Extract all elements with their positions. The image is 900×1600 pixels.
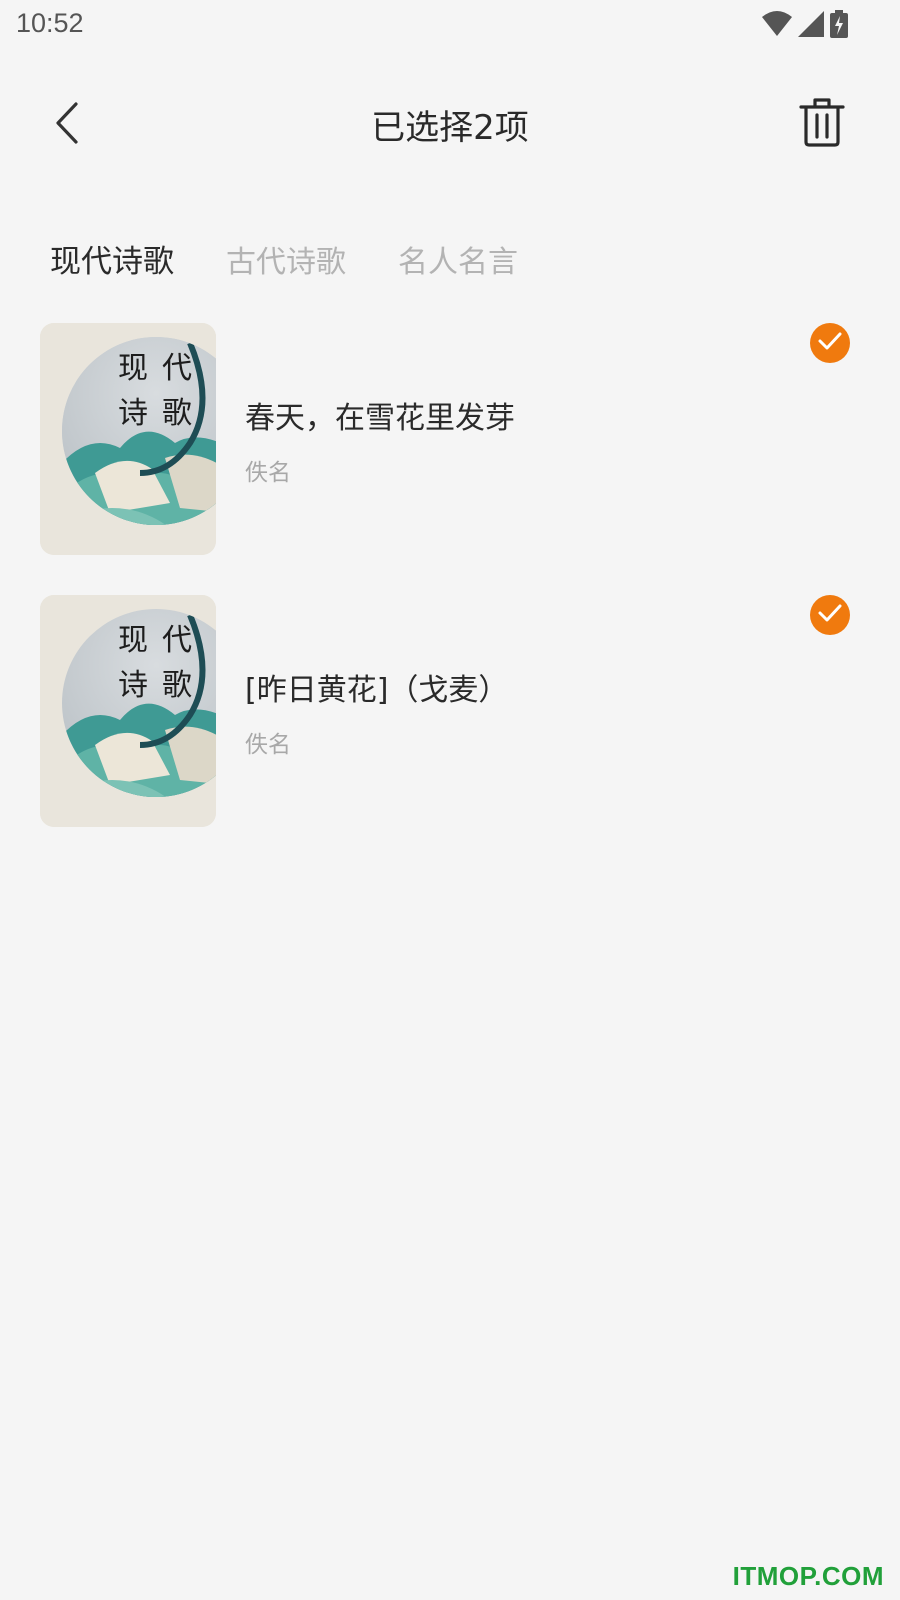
cover-char: 诗 xyxy=(118,396,148,431)
trash-icon xyxy=(799,97,845,151)
poem-list: 现 代 诗 歌 春天，在雪花里发芽 佚名 现 代 诗 歌 [昨日黄花]（戈麦） … xyxy=(0,323,900,867)
list-item[interactable]: 现 代 诗 歌 春天，在雪花里发芽 佚名 xyxy=(0,323,900,555)
page-title: 已选择2项 xyxy=(371,108,529,148)
tab-famous-quotes[interactable]: 名人名言 xyxy=(398,237,518,281)
watermark-logo: ITMOP.COM xyxy=(732,1561,884,1591)
battery-charging-icon xyxy=(830,10,848,42)
poem-cover-image: 现 代 诗 歌 xyxy=(40,323,216,555)
category-tabs: 现代诗歌 古代诗歌 名人名言 xyxy=(50,236,518,281)
cover-char: 代 xyxy=(162,351,192,386)
cover-char: 歌 xyxy=(162,668,192,703)
checkmark-icon xyxy=(817,602,843,628)
checkmark-icon xyxy=(817,330,843,356)
wifi-icon xyxy=(762,11,792,41)
poem-author: 佚名 xyxy=(245,460,291,486)
list-item[interactable]: 现 代 诗 歌 [昨日黄花]（戈麦） 佚名 xyxy=(0,595,900,827)
poem-cover-image: 现 代 诗 歌 xyxy=(40,595,216,827)
cover-char: 歌 xyxy=(162,396,192,431)
cover-char: 代 xyxy=(162,623,192,658)
cover-char: 现 xyxy=(118,623,148,658)
poem-author: 佚名 xyxy=(245,732,291,758)
cover-char: 现 xyxy=(118,351,148,386)
selected-checkbox[interactable] xyxy=(810,595,850,635)
tab-modern-poetry[interactable]: 现代诗歌 xyxy=(50,236,174,281)
poem-title: 春天，在雪花里发芽 xyxy=(245,401,515,436)
selected-checkbox[interactable] xyxy=(810,323,850,363)
tab-ancient-poetry[interactable]: 古代诗歌 xyxy=(226,237,346,281)
delete-button[interactable] xyxy=(794,96,850,152)
status-bar: 10:52 xyxy=(0,0,900,52)
status-time: 10:52 xyxy=(16,8,84,38)
header: 已选择2项 xyxy=(0,80,900,170)
status-icons xyxy=(762,10,848,42)
cover-char: 诗 xyxy=(118,668,148,703)
signal-icon xyxy=(798,11,824,41)
poem-title: [昨日黄花]（戈麦） xyxy=(245,673,509,708)
